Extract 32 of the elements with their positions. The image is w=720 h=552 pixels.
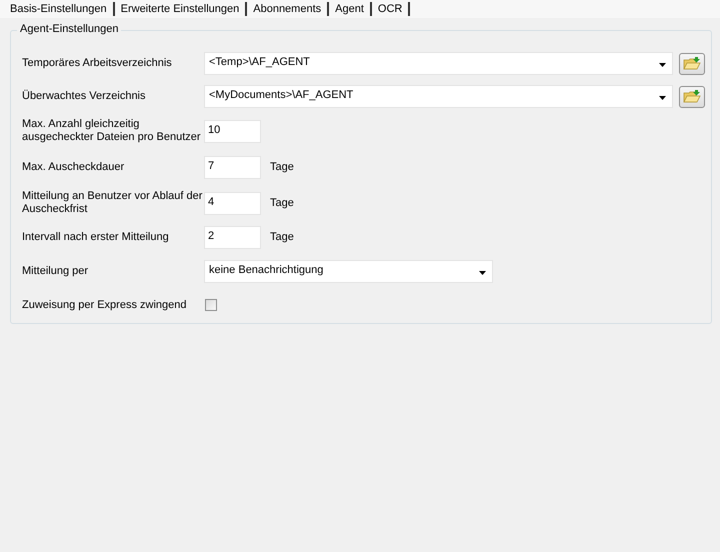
folder-icon — [683, 89, 701, 104]
input-field[interactable]: 7 — [204, 156, 261, 178]
tab[interactable]: Basis-Einstellungen — [4, 2, 115, 16]
tab[interactable]: Abonnements — [247, 2, 330, 16]
caret-icon — [479, 270, 486, 274]
unit-label: Tage — [270, 161, 294, 173]
input-field[interactable]: 4 — [204, 192, 261, 214]
field-label: Mitteilung per — [22, 264, 90, 278]
checkbox[interactable] — [205, 299, 217, 311]
group-title: Agent-Einstellungen — [17, 23, 122, 35]
unit-label: Tage — [270, 197, 294, 209]
folder-button[interactable] — [679, 52, 705, 74]
field-label: Max. Auscheckdauer — [22, 160, 126, 174]
field-label: Überwachtes Verzeichnis — [22, 90, 147, 103]
input-field[interactable]: 10 — [204, 120, 261, 142]
field-label: Mitteilung an Benutzer vor Ablauf der Auscheckfrist — [22, 190, 204, 216]
tab[interactable]: OCR — [372, 2, 410, 16]
dropdown[interactable]: <Temp>\AF_AGENT — [204, 52, 673, 75]
field-label: Zuweisung per Express zwingend — [22, 298, 188, 312]
tab[interactable]: Agent — [329, 2, 372, 16]
unit-label: Tage — [270, 231, 294, 243]
field-label: Temporäres Arbeitsverzeichnis — [22, 57, 173, 70]
folder-button[interactable] — [679, 86, 705, 108]
field-label: Intervall nach erster Mitteilung — [22, 230, 170, 244]
dropdown[interactable]: <MyDocuments>\AF_AGENT — [204, 85, 673, 108]
tab[interactable]: Erweiterte Einstellungen — [114, 2, 248, 16]
field-label: Max. Anzahl gleichzeitig ausgecheckter Dateien pro Benutzer — [22, 118, 202, 144]
caret-icon — [659, 63, 666, 67]
input-field[interactable]: 2 — [204, 226, 261, 248]
dropdown[interactable]: keine Benachrichtigung — [204, 260, 493, 282]
caret-icon — [659, 96, 666, 100]
folder-icon — [683, 56, 701, 71]
